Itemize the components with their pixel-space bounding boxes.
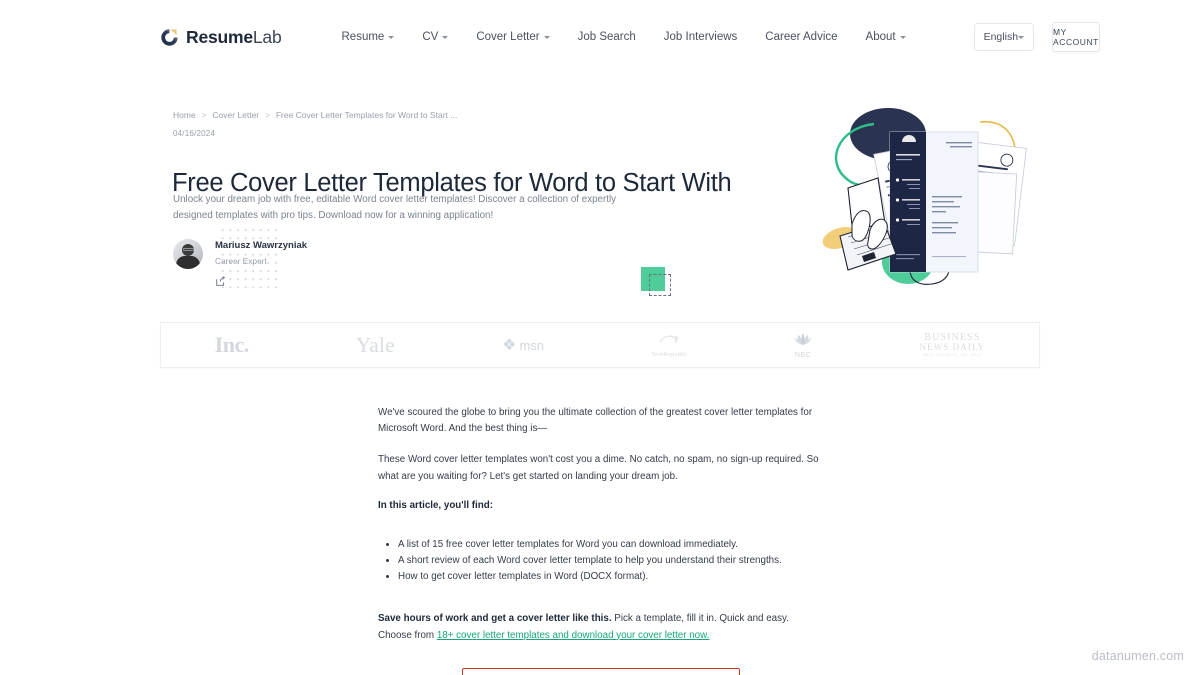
nav-item-resume[interactable]: Resume bbox=[342, 31, 395, 43]
avatar bbox=[173, 239, 203, 269]
site-header: ResumeLab Resume CV Cover Letter Job Sea… bbox=[0, 0, 1200, 74]
nav-label: Cover Letter bbox=[476, 31, 540, 43]
nav-label: Job Search bbox=[577, 31, 636, 43]
nav-label: CV bbox=[422, 31, 439, 43]
nav-item-about[interactable]: About bbox=[866, 31, 906, 43]
decorative-dashed-square bbox=[649, 274, 671, 296]
logo-bold: Resume bbox=[186, 26, 253, 47]
article-bullet-list: A list of 15 free cover letter templates… bbox=[378, 537, 824, 586]
list-item: How to get cover letter templates in Wor… bbox=[398, 569, 824, 585]
article-cta-paragraph: Save hours of work and get a cover lette… bbox=[378, 611, 824, 643]
nav-label: Job Interviews bbox=[663, 31, 738, 43]
language-select[interactable]: English bbox=[973, 23, 1035, 51]
msn-logo-text: msn bbox=[519, 337, 545, 353]
press-mentions-bar: Inc. Yale ❖ msn TechRepublic NBC BUSINES… bbox=[160, 322, 1040, 368]
nav-item-cv[interactable]: CV bbox=[422, 31, 449, 43]
nav-label: About bbox=[865, 31, 896, 43]
inc-logo-text: Inc. bbox=[214, 332, 250, 357]
highlight-box bbox=[462, 668, 740, 675]
nav-item-job-search[interactable]: Job Search bbox=[578, 31, 636, 43]
cta-bold-text: Save hours of work and get a cover lette… bbox=[378, 613, 612, 625]
bnd-line-2: NEWS DAILY bbox=[919, 342, 986, 353]
cta-templates-link[interactable]: 18+ cover letter templates and download … bbox=[437, 630, 710, 641]
business-news-daily-logo: BUSINESS NEWS DAILY SMALL BUSINESS . BIG… bbox=[919, 322, 985, 368]
site-logo[interactable]: ResumeLab bbox=[160, 27, 282, 48]
author-block: Mariusz Wawrzyniak Career Expert bbox=[173, 239, 307, 292]
page-subtitle: Unlock your dream job with free, editabl… bbox=[173, 194, 617, 221]
author-meta: Mariusz Wawrzyniak Career Expert bbox=[215, 239, 307, 292]
techrepublic-mark-icon bbox=[658, 333, 680, 351]
cover-letter-templates-illustration bbox=[812, 104, 1042, 294]
language-select-value: English bbox=[983, 31, 1019, 43]
article-paragraph-2: These Word cover letter templates won't … bbox=[378, 454, 819, 482]
list-item: A short review of each Word cover letter… bbox=[398, 553, 824, 569]
nav-label: Career Advice bbox=[765, 31, 838, 43]
nbc-peacock-icon bbox=[794, 332, 812, 351]
watermark: datanumen.com bbox=[1091, 649, 1184, 663]
nbc-logo: NBC bbox=[794, 322, 812, 368]
breadcrumb-item-home[interactable]: Home bbox=[173, 110, 196, 120]
article-lead-in: In this article, you'll find: bbox=[378, 499, 494, 511]
yale-logo: Yale bbox=[356, 322, 395, 368]
author-name[interactable]: Mariusz Wawrzyniak bbox=[215, 239, 307, 253]
avatar-body bbox=[176, 256, 200, 269]
nav-item-cover-letter[interactable]: Cover Letter bbox=[476, 31, 550, 43]
bnd-line-3: SMALL BUSINESS . BIG IDEAS bbox=[922, 353, 982, 358]
msn-logo: ❖ msn bbox=[502, 322, 544, 368]
page-root: ResumeLab Resume CV Cover Letter Job Sea… bbox=[0, 0, 1200, 675]
main-nav: Resume CV Cover Letter Job Search Job In… bbox=[342, 31, 906, 43]
techrepublic-logo-text: TechRepublic bbox=[651, 351, 687, 358]
list-item: A list of 15 free cover letter templates… bbox=[398, 537, 824, 553]
breadcrumb: Home > Cover Letter > Free Cover Letter … bbox=[173, 110, 457, 120]
my-account-label: MY ACCOUNT bbox=[1053, 27, 1099, 47]
techrepublic-logo: TechRepublic bbox=[651, 322, 687, 368]
author-role: Career Expert bbox=[215, 256, 267, 266]
resumelab-circle-icon bbox=[160, 28, 179, 47]
hero-section: Home > Cover Letter > Free Cover Letter … bbox=[0, 96, 1200, 306]
share-icon[interactable] bbox=[215, 274, 307, 292]
inc-logo: Inc. bbox=[214, 322, 250, 368]
article-body: We've scoured the globe to bring you the… bbox=[378, 405, 824, 644]
breadcrumb-item-cover-letter[interactable]: Cover Letter bbox=[212, 110, 259, 120]
nav-item-career-advice[interactable]: Career Advice bbox=[765, 31, 837, 43]
breadcrumb-separator-icon: > bbox=[201, 110, 207, 120]
breadcrumb-item-current: Free Cover Letter Templates for Word to … bbox=[275, 110, 458, 120]
site-logo-text: ResumeLab bbox=[186, 27, 282, 48]
msn-butterfly-icon: ❖ bbox=[502, 337, 517, 354]
chevron-down-icon bbox=[1018, 36, 1025, 39]
publish-date: 04/16/2024 bbox=[173, 129, 216, 138]
chevron-down-icon bbox=[442, 36, 449, 39]
logo-light: Lab bbox=[252, 26, 282, 47]
breadcrumb-separator-icon: > bbox=[265, 110, 270, 120]
header-inner: ResumeLab Resume CV Cover Letter Job Sea… bbox=[160, 0, 1100, 74]
nbc-logo-text: NBC bbox=[794, 351, 812, 359]
chevron-down-icon bbox=[543, 36, 550, 39]
avatar-glasses bbox=[182, 247, 194, 251]
yale-logo-text: Yale bbox=[356, 332, 395, 357]
nav-label: Resume bbox=[341, 31, 385, 43]
chevron-down-icon bbox=[899, 36, 906, 39]
nav-item-job-interviews[interactable]: Job Interviews bbox=[664, 31, 738, 43]
article-paragraph-1: We've scoured the globe to bring you the… bbox=[378, 407, 813, 435]
my-account-button[interactable]: MY ACCOUNT bbox=[1052, 22, 1100, 52]
chevron-down-icon bbox=[388, 36, 395, 39]
